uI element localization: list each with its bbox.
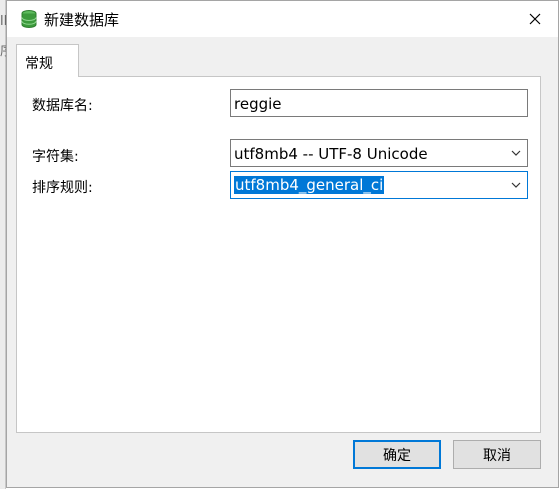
dialog-title: 新建数据库	[44, 11, 120, 29]
title-bar[interactable]: 新建数据库	[7, 1, 558, 37]
db-name-label: 数据库名:	[32, 98, 93, 114]
ok-button[interactable]: 确定	[353, 440, 441, 469]
chevron-down-icon	[511, 150, 521, 156]
cancel-button-label: 取消	[483, 447, 511, 464]
chevron-down-icon	[511, 182, 521, 188]
ok-button-label: 确定	[383, 447, 411, 464]
database-icon	[19, 9, 39, 29]
db-name-value: reggie	[234, 95, 282, 113]
close-button[interactable]	[512, 1, 558, 37]
cancel-button[interactable]: 取消	[453, 440, 541, 469]
charset-label: 字符集:	[32, 149, 79, 165]
general-tab-panel: 数据库名: reggie 字符集: utf8mb4 -- UTF-8 Unico…	[16, 76, 541, 433]
collation-label: 排序规则:	[32, 180, 93, 196]
collation-select[interactable]: utf8mb4_general_ci	[230, 171, 528, 199]
db-name-input[interactable]: reggie	[230, 89, 528, 117]
charset-select[interactable]: utf8mb4 -- UTF-8 Unicode	[230, 139, 528, 167]
close-icon	[529, 13, 541, 25]
charset-value: utf8mb4 -- UTF-8 Unicode	[234, 145, 428, 163]
tab-general[interactable]: 常规	[16, 44, 79, 77]
new-database-dialog: 新建数据库 常规 数据库名: reggie 字符集: utf8mb4 -- UT…	[6, 0, 559, 488]
tab-general-label: 常规	[25, 56, 53, 72]
collation-value: utf8mb4_general_ci	[234, 176, 385, 194]
